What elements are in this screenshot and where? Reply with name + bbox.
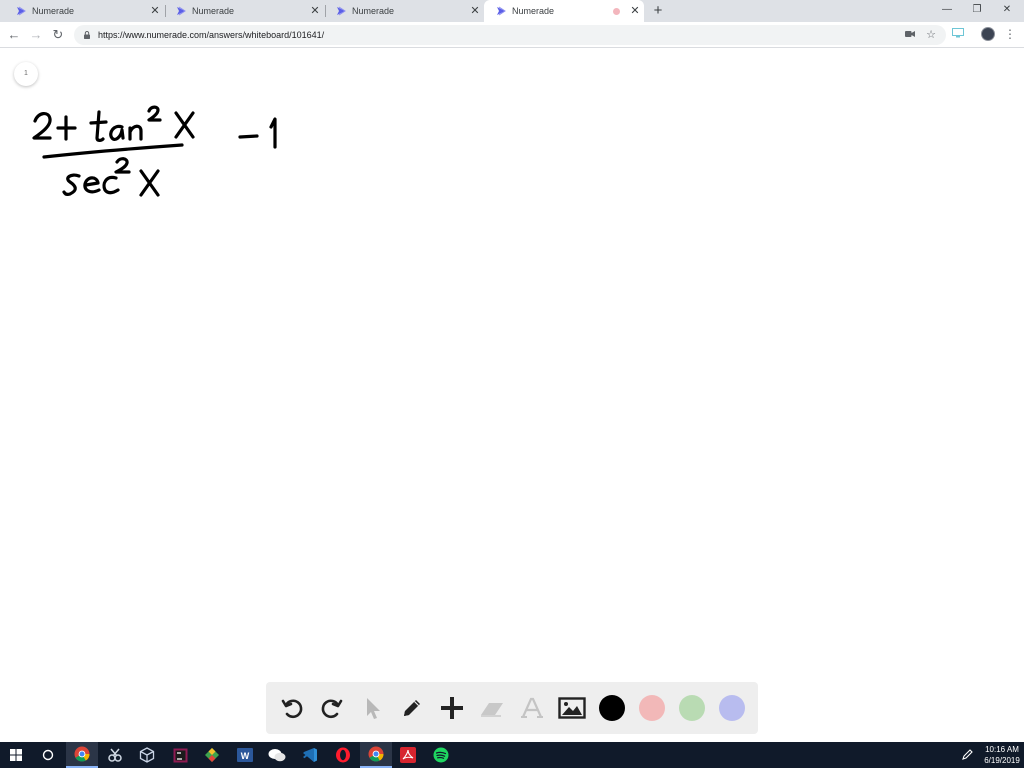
- snipping-tool-icon[interactable]: [99, 742, 131, 768]
- pencil-icon[interactable]: [396, 692, 428, 724]
- handwritten-expression: [32, 105, 277, 197]
- tab-numerade-3[interactable]: Numerade ✕: [324, 0, 484, 22]
- git-app-icon[interactable]: [196, 742, 228, 768]
- restore-button[interactable]: ❐: [968, 2, 986, 18]
- drawing-toolbar: [266, 682, 758, 734]
- numerade-logo-icon: [177, 6, 186, 16]
- tab-title: Numerade: [192, 6, 235, 16]
- tab-close-icon[interactable]: ✕: [148, 4, 162, 18]
- 3d-box-icon[interactable]: [131, 742, 163, 768]
- undo-icon[interactable]: [276, 692, 308, 724]
- menu-kebab-icon[interactable]: ⋮: [1004, 26, 1016, 42]
- dev-app-icon[interactable]: [164, 742, 196, 768]
- cast-icon[interactable]: [950, 27, 966, 43]
- svg-text:W: W: [241, 751, 250, 761]
- tab-title: Numerade: [512, 6, 555, 16]
- tab-numerade-1[interactable]: Numerade ✕: [4, 0, 164, 22]
- redo-icon[interactable]: [316, 692, 348, 724]
- windows-taskbar: W 10:16 AM 6/19/2019: [0, 742, 1024, 768]
- lock-icon: [84, 31, 90, 39]
- tab-close-icon[interactable]: ✕: [628, 4, 642, 18]
- tab-strip: Numerade ✕ Numerade ✕ Numerade ✕ Numerad…: [0, 0, 1024, 22]
- close-window-button[interactable]: ✕: [998, 2, 1016, 18]
- new-tab-button[interactable]: +: [650, 3, 666, 19]
- whiteboard-canvas[interactable]: 1: [0, 48, 1024, 742]
- acrobat-icon[interactable]: [392, 742, 424, 768]
- vscode-icon[interactable]: [294, 742, 326, 768]
- numerade-logo-icon: [497, 6, 506, 16]
- browser-toolbar: ← → ↻ https://www.numerade.com/answers/w…: [0, 22, 1024, 48]
- clock-date: 6/19/2019: [984, 756, 1020, 765]
- eraser-icon[interactable]: [476, 692, 508, 724]
- word-icon[interactable]: W: [229, 742, 261, 768]
- search-circle-icon[interactable]: [32, 742, 64, 768]
- image-icon[interactable]: [556, 692, 588, 724]
- pen-settings-icon[interactable]: [955, 742, 979, 768]
- browser-window: Numerade ✕ Numerade ✕ Numerade ✕ Numerad…: [0, 0, 1024, 768]
- tab-numerade-2[interactable]: Numerade ✕: [164, 0, 324, 22]
- text-icon[interactable]: [516, 692, 548, 724]
- pointer-icon[interactable]: [356, 692, 388, 724]
- tab-numerade-active[interactable]: Numerade ✕: [484, 0, 644, 22]
- chrome-secondary-icon[interactable]: [360, 742, 392, 768]
- address-bar[interactable]: https://www.numerade.com/answers/whitebo…: [74, 25, 946, 45]
- chrome-icon[interactable]: [66, 742, 98, 768]
- tab-close-icon[interactable]: ✕: [468, 4, 482, 18]
- bookmark-star-icon[interactable]: ☆: [923, 27, 939, 43]
- minimize-button[interactable]: —: [938, 2, 956, 18]
- clock-time: 10:16 AM: [985, 745, 1019, 754]
- back-button[interactable]: ←: [5, 26, 23, 44]
- color-black-swatch[interactable]: [599, 695, 625, 721]
- recording-indicator-icon: [613, 7, 620, 15]
- color-green-swatch[interactable]: [679, 695, 705, 721]
- url-text: https://www.numerade.com/answers/whitebo…: [98, 30, 325, 40]
- opera-icon[interactable]: [327, 742, 359, 768]
- wechat-icon[interactable]: [261, 742, 293, 768]
- camera-icon[interactable]: [902, 27, 918, 43]
- numerade-logo-icon: [17, 6, 26, 16]
- color-blue-swatch[interactable]: [719, 695, 745, 721]
- tab-title: Numerade: [352, 6, 395, 16]
- profile-avatar[interactable]: [981, 27, 995, 41]
- tab-title: Numerade: [32, 6, 75, 16]
- numerade-logo-icon: [337, 6, 346, 16]
- taskbar-clock[interactable]: 10:16 AM 6/19/2019: [982, 744, 1022, 766]
- plus-icon[interactable]: [436, 692, 468, 724]
- spotify-icon[interactable]: [425, 742, 457, 768]
- forward-button[interactable]: →: [27, 26, 45, 44]
- windows-start-icon[interactable]: [0, 742, 32, 768]
- reload-button[interactable]: ↻: [49, 26, 67, 44]
- tab-close-icon[interactable]: ✕: [308, 4, 322, 18]
- color-red-swatch[interactable]: [639, 695, 665, 721]
